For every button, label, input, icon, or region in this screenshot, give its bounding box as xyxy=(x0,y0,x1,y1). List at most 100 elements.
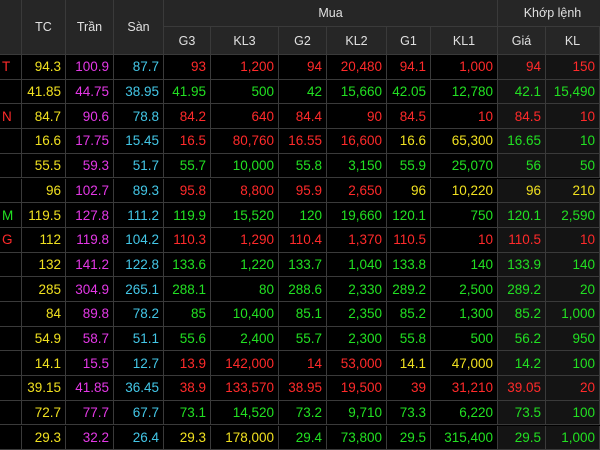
header-g1[interactable]: G1 xyxy=(387,27,431,55)
header-kl[interactable]: KL xyxy=(546,27,600,55)
g2-cell: 288.6 xyxy=(279,277,327,302)
kl2-cell: 19,500 xyxy=(327,376,387,401)
kl-cell: 1,000 xyxy=(546,302,600,327)
gia-cell: 85.2 xyxy=(498,302,546,327)
tc-cell: 84 xyxy=(22,302,66,327)
g1-cell: 120.1 xyxy=(387,203,431,228)
symbol-cell xyxy=(0,178,22,204)
kl3-cell: 1,220 xyxy=(211,252,279,278)
table-row[interactable]: 84 89.8 78.2 85 10,400 85.1 2,350 85.2 1,300 85.2… xyxy=(0,302,600,327)
kl1-cell: 6,220 xyxy=(431,400,498,426)
gia-cell: 42.1 xyxy=(498,79,546,105)
g1-cell: 110.5 xyxy=(387,227,431,253)
kl2-cell: 1,040 xyxy=(327,252,387,278)
kl3-cell: 1,290 xyxy=(211,227,279,253)
table-row[interactable]: 41.85 44.75 38.95 41.95 500 42 15,660 42.05 12,7… xyxy=(0,79,600,105)
tran-cell: 304.9 xyxy=(66,277,114,302)
table-row[interactable]: 14.1 15.5 12.7 13.9 142,000 14 53,000 14.1 47,00… xyxy=(0,351,600,377)
tran-cell: 77.7 xyxy=(66,400,114,426)
kl3-cell: 2,400 xyxy=(211,326,279,352)
gia-cell: 94 xyxy=(498,55,546,80)
header-gia[interactable]: Giá xyxy=(498,27,546,55)
table-row[interactable]: 16.6 17.75 15.45 16.5 80,760 16.55 16,600 16.6 6… xyxy=(0,129,600,154)
tran-cell: 32.2 xyxy=(66,425,114,450)
symbol-cell: N xyxy=(0,104,22,130)
header-kl1[interactable]: KL1 xyxy=(431,27,498,55)
kl1-cell: 31,210 xyxy=(431,376,498,401)
header-kl2[interactable]: KL2 xyxy=(327,27,387,55)
header-tran[interactable]: Trần xyxy=(66,0,114,55)
kl2-cell: 2,300 xyxy=(327,326,387,352)
kl-cell: 10 xyxy=(546,227,600,253)
kl2-cell: 20,480 xyxy=(327,55,387,80)
san-cell: 51.7 xyxy=(114,153,164,179)
kl-cell: 950 xyxy=(546,326,600,352)
header-tc[interactable]: TC xyxy=(22,0,66,55)
table-row[interactable]: 285 304.9 265.1 288.1 80 288.6 2,330 289.2 2,500… xyxy=(0,277,600,302)
table-row[interactable]: 96 102.7 89.3 95.8 8,800 95.9 2,650 96 10,220 96 2… xyxy=(0,178,600,204)
symbol-cell xyxy=(0,129,22,154)
g3-cell: 95.8 xyxy=(164,178,211,204)
tran-cell: 17.75 xyxy=(66,129,114,154)
header-g3[interactable]: G3 xyxy=(164,27,211,55)
kl1-cell: 500 xyxy=(431,326,498,352)
kl2-cell: 2,350 xyxy=(327,302,387,327)
g1-cell: 16.6 xyxy=(387,129,431,154)
table-row[interactable]: 55.5 59.3 51.7 55.7 10,000 55.8 3,150 55.9 25,07… xyxy=(0,153,600,179)
g2-cell: 14 xyxy=(279,351,327,377)
table-row[interactable]: 54.9 58.7 51.1 55.6 2,400 55.7 2,300 55.8 500 56.… xyxy=(0,326,600,352)
table-row[interactable]: 72.7 77.7 67.7 73.1 14,520 73.2 9,710 73.3 6,220… xyxy=(0,400,600,426)
gia-cell: 73.5 xyxy=(498,400,546,426)
kl-cell: 1,000 xyxy=(546,425,600,450)
header-san[interactable]: Sàn xyxy=(114,0,164,55)
table-row[interactable]: M 119.5 127.8 111.2 119.9 15,520 120 19,660 120.… xyxy=(0,203,600,228)
kl3-cell: 1,200 xyxy=(211,55,279,80)
price-board: TC Trần Sàn Mua Khớp lệnh G3 KL3 G2 KL2 … xyxy=(0,0,600,450)
kl3-cell: 178,000 xyxy=(211,425,279,450)
tran-cell: 15.5 xyxy=(66,351,114,377)
g2-cell: 110.4 xyxy=(279,227,327,253)
kl2-cell: 16,600 xyxy=(327,129,387,154)
g3-cell: 29.3 xyxy=(164,425,211,450)
tran-cell: 90.6 xyxy=(66,104,114,130)
table-row[interactable]: T 94.3 100.9 87.7 93 1,200 94 20,480 94.1 1,000 94… xyxy=(0,55,600,80)
g1-cell: 14.1 xyxy=(387,351,431,377)
san-cell: 38.95 xyxy=(114,79,164,105)
g2-cell: 29.4 xyxy=(279,425,327,450)
san-cell: 265.1 xyxy=(114,277,164,302)
table-row[interactable]: G 112 119.8 104.2 110.3 1,290 110.4 1,370 110.5 1… xyxy=(0,227,600,253)
table-row[interactable]: N 84.7 90.6 78.8 84.2 640 84.4 90 84.5 10 84.5 10 xyxy=(0,104,600,130)
kl1-cell: 1,300 xyxy=(431,302,498,327)
kl2-cell: 2,650 xyxy=(327,178,387,204)
header-g2[interactable]: G2 xyxy=(279,27,327,55)
symbol-cell xyxy=(0,326,22,352)
tc-cell: 285 xyxy=(22,277,66,302)
san-cell: 12.7 xyxy=(114,351,164,377)
san-cell: 26.4 xyxy=(114,425,164,450)
header-symbol xyxy=(0,0,22,55)
table-row[interactable]: 29.3 32.2 26.4 29.3 178,000 29.4 73,800 29.5 315… xyxy=(0,425,600,450)
kl-cell: 10 xyxy=(546,104,600,130)
g1-cell: 55.9 xyxy=(387,153,431,179)
g1-cell: 94.1 xyxy=(387,55,431,80)
kl2-cell: 73,800 xyxy=(327,425,387,450)
kl1-cell: 2,500 xyxy=(431,277,498,302)
g2-cell: 55.7 xyxy=(279,326,327,352)
tc-cell: 29.3 xyxy=(22,425,66,450)
table-row[interactable]: 39.15 41.85 36.45 38.9 133,570 38.95 19,500 39 3… xyxy=(0,376,600,401)
kl-cell: 100 xyxy=(546,400,600,426)
tc-cell: 72.7 xyxy=(22,400,66,426)
tran-cell: 119.8 xyxy=(66,227,114,253)
symbol-cell xyxy=(0,153,22,179)
kl-cell: 20 xyxy=(546,277,600,302)
kl1-cell: 750 xyxy=(431,203,498,228)
kl2-cell: 1,370 xyxy=(327,227,387,253)
table-row[interactable]: 132 141.2 122.8 133.6 1,220 133.7 1,040 133.8 14… xyxy=(0,252,600,278)
kl3-cell: 10,400 xyxy=(211,302,279,327)
san-cell: 15.45 xyxy=(114,129,164,154)
tran-cell: 41.85 xyxy=(66,376,114,401)
header-kl3[interactable]: KL3 xyxy=(211,27,279,55)
kl2-cell: 9,710 xyxy=(327,400,387,426)
kl1-cell: 10 xyxy=(431,227,498,253)
g3-cell: 38.9 xyxy=(164,376,211,401)
